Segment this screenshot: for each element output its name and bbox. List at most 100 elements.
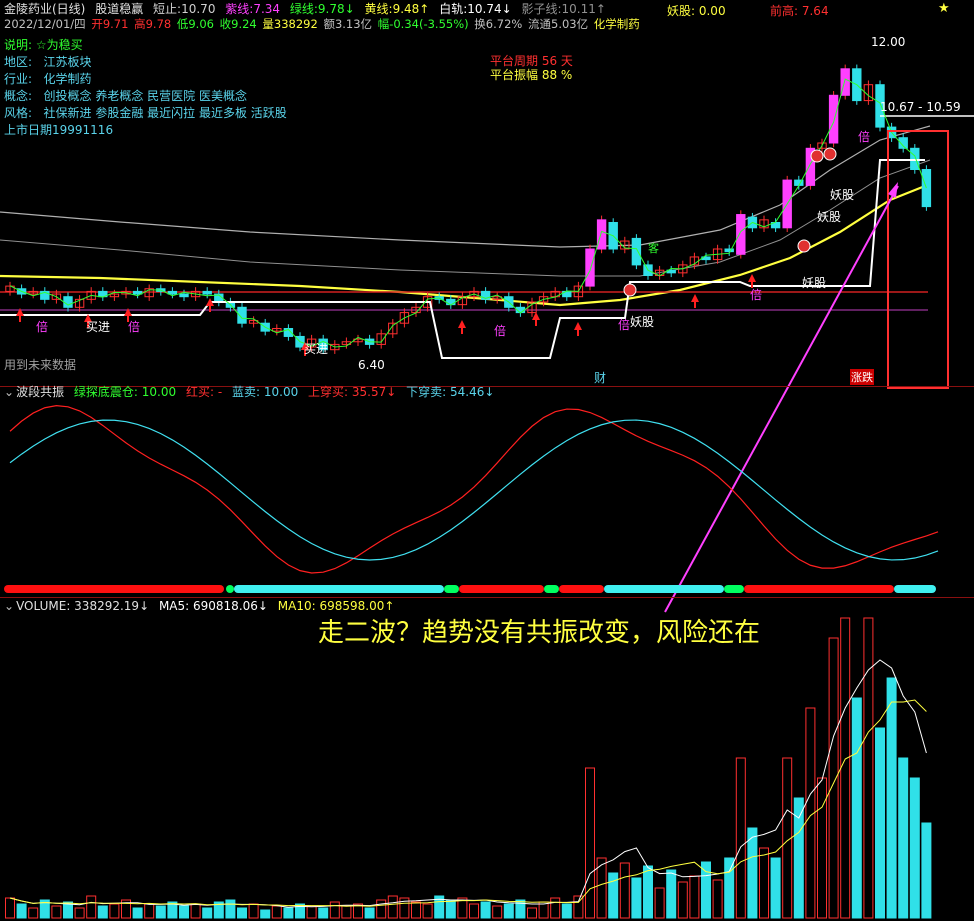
candle-body bbox=[736, 214, 746, 255]
volume-bar bbox=[619, 862, 630, 919]
candle-body bbox=[167, 290, 178, 295]
low-price-label: 6.40 bbox=[358, 358, 385, 372]
vol-ma10: MA10: 698598.00↑ bbox=[277, 599, 395, 613]
osc-up-cross: 上穿买: 35.57↓ bbox=[308, 385, 397, 399]
volume-bar bbox=[759, 847, 769, 919]
osc-title[interactable]: 波段共振 bbox=[16, 385, 64, 399]
resonance-strip bbox=[444, 585, 459, 593]
volume-bar bbox=[51, 905, 62, 919]
zhangdie-marker: 涨跌 bbox=[850, 369, 874, 385]
bei-marker: 倍 bbox=[494, 324, 507, 338]
buy-arrow-icon bbox=[748, 274, 756, 282]
volume-bar bbox=[155, 905, 166, 919]
volume-bar bbox=[74, 907, 85, 919]
candle-body bbox=[179, 293, 189, 298]
yao-marker: 妖股 bbox=[817, 210, 842, 224]
overlay-lines bbox=[0, 78, 974, 613]
volume-bar bbox=[840, 617, 851, 919]
volume-bar bbox=[701, 861, 711, 919]
ball-marker-icon bbox=[823, 147, 837, 161]
volume-bar bbox=[237, 907, 247, 919]
volume-bar bbox=[364, 907, 375, 919]
volume-bar bbox=[179, 905, 189, 919]
volume-bar bbox=[875, 727, 885, 919]
volume-bar bbox=[724, 857, 735, 919]
resonance-strip bbox=[604, 585, 724, 593]
candle-body bbox=[446, 298, 456, 306]
vol-title[interactable]: VOLUME: 338292.19↓ bbox=[16, 599, 149, 613]
ball-marker-icon bbox=[810, 149, 824, 163]
volume-bar bbox=[492, 905, 503, 919]
ke-marker: 客 bbox=[648, 242, 659, 255]
volume-bar bbox=[921, 822, 932, 919]
volume-bar bbox=[666, 869, 677, 919]
future-data-note: 用到未来数据 bbox=[4, 358, 77, 372]
volume-bar bbox=[422, 903, 433, 919]
volume-bar bbox=[329, 901, 340, 919]
resonance-strip bbox=[744, 585, 894, 593]
high-price-label: 12.00 bbox=[871, 35, 906, 49]
volume-bar bbox=[654, 887, 665, 919]
volume-ma10-line bbox=[9, 699, 927, 907]
yao-marker: 妖股 bbox=[630, 315, 655, 329]
volume-bar bbox=[202, 907, 213, 919]
volume-bar bbox=[863, 617, 874, 919]
volume-bar bbox=[376, 899, 387, 919]
candle-body bbox=[910, 147, 920, 171]
chart-canvas bbox=[0, 64, 974, 919]
bei-marker: 倍 bbox=[858, 130, 871, 144]
volume-bar bbox=[886, 677, 897, 919]
volume-bar bbox=[851, 697, 862, 919]
buy-arrow-icon bbox=[691, 294, 699, 302]
osc-blue-line bbox=[9, 419, 939, 561]
bei-marker: 倍 bbox=[36, 320, 49, 334]
bei-marker: 倍 bbox=[618, 318, 631, 332]
volume-bar bbox=[5, 897, 15, 919]
resonance-strip bbox=[234, 585, 444, 593]
volume-bar bbox=[817, 777, 827, 919]
candle-body bbox=[828, 94, 839, 144]
pointer-arrow bbox=[664, 185, 899, 613]
ball-marker-icon bbox=[623, 283, 637, 297]
volume-bar bbox=[898, 757, 909, 919]
candle-body bbox=[63, 296, 73, 308]
vol-settings-icon[interactable]: ⌄ bbox=[4, 599, 14, 613]
volume-bar bbox=[97, 905, 108, 919]
buy-arrow-icon bbox=[16, 308, 24, 316]
candle-body bbox=[724, 248, 734, 253]
volume-bar bbox=[631, 877, 642, 919]
osc-blue-sell: 蓝卖: 10.00 bbox=[232, 385, 299, 399]
volume-ma5-line bbox=[9, 659, 927, 908]
oscillator-header: ⌄ 波段共振 绿探底震仓: 10.00 红买: - 蓝卖: 10.00 上穿买: … bbox=[4, 385, 500, 400]
volume-bar bbox=[561, 903, 572, 919]
osc-down-cross: 下穿卖: 54.46↓ bbox=[406, 385, 495, 399]
volume-bar bbox=[144, 903, 155, 919]
volume-bar bbox=[747, 827, 758, 919]
volume-bar bbox=[86, 895, 97, 919]
volume-bar bbox=[503, 903, 514, 919]
buy-arrow-icon bbox=[124, 308, 132, 316]
resonance-strip bbox=[459, 585, 544, 593]
pointer-arrow-head bbox=[888, 182, 898, 198]
volume-bar bbox=[677, 881, 688, 919]
volume-bar bbox=[550, 897, 561, 919]
buy-arrow-icon bbox=[574, 322, 582, 330]
candle-body bbox=[585, 248, 595, 287]
resonance-strip bbox=[226, 585, 234, 593]
candle-body bbox=[202, 290, 212, 295]
candles bbox=[5, 64, 932, 354]
volume-bar bbox=[387, 895, 398, 919]
bei-marker: 倍 bbox=[128, 320, 141, 334]
divider-osc bbox=[0, 597, 974, 598]
buy-arrow-icon bbox=[532, 312, 540, 320]
ball-marker-icon bbox=[797, 239, 811, 253]
resonance-strip bbox=[4, 585, 224, 593]
volume-bar bbox=[909, 777, 920, 919]
volume-bar bbox=[689, 875, 700, 919]
osc-settings-icon[interactable]: ⌄ bbox=[4, 385, 14, 399]
buy-arrow-icon bbox=[458, 320, 466, 328]
oscillator bbox=[4, 405, 939, 593]
osc-green: 绿探底震仓: 10.00 bbox=[73, 385, 177, 399]
volume-bar bbox=[712, 879, 723, 919]
volume-bar bbox=[643, 865, 653, 919]
